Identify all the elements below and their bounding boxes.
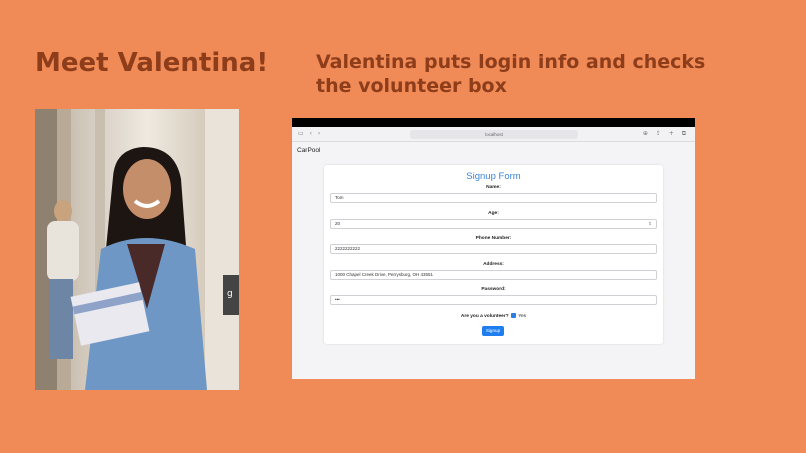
volunteer-yes-label: Yes <box>518 313 527 319</box>
address-label: Address: <box>483 262 504 267</box>
toolbar-right-icons[interactable]: ⊕ ⇪ + ⧉ <box>643 130 689 138</box>
slide-caption: Valentina puts login info and checks the… <box>316 51 706 97</box>
browser-screenshot: ▭ ‹ › localhost ⊕ ⇪ + ⧉ CarPool Signup F… <box>292 118 695 379</box>
age-stepper-icon[interactable]: ⇕ <box>648 220 652 228</box>
form-title: Signup Form <box>466 171 521 182</box>
screen-top-bar <box>292 118 695 127</box>
address-field[interactable]: 1000 Chapel Creek Drive, Perrysburg, OH … <box>330 270 657 280</box>
name-field[interactable]: Tom <box>330 193 657 203</box>
volunteer-checkbox[interactable] <box>510 313 516 318</box>
password-label: Password: <box>481 287 506 292</box>
student-photo-illustration: g <box>35 109 239 390</box>
signup-button[interactable]: Signup <box>482 326 504 336</box>
volunteer-label: Are you a volunteer? <box>460 313 509 319</box>
browser-toolbar: ▭ ‹ › localhost ⊕ ⇪ + ⧉ <box>292 127 695 142</box>
address-bar[interactable]: localhost <box>410 130 578 139</box>
nav-icons[interactable]: ▭ ‹ › <box>298 130 322 137</box>
phone-field[interactable]: 2222222222 <box>330 244 657 254</box>
age-field[interactable]: 20 ⇕ <box>330 219 657 229</box>
password-field[interactable]: ••• <box>330 295 657 305</box>
signup-form: Signup Form Name: Tom Age: 20 ⇕ Phone Nu… <box>324 165 663 344</box>
slide-title: Meet Valentina! <box>35 48 269 78</box>
student-photo: g <box>35 109 239 390</box>
app-name[interactable]: CarPool <box>297 147 320 154</box>
age-label: Age: <box>488 211 499 216</box>
age-value: 20 <box>335 221 341 226</box>
svg-text:g: g <box>227 289 233 299</box>
phone-label: Phone Number: <box>475 236 512 241</box>
name-label: Name: <box>486 185 501 190</box>
volunteer-row: Are you a volunteer? Yes <box>324 313 663 319</box>
